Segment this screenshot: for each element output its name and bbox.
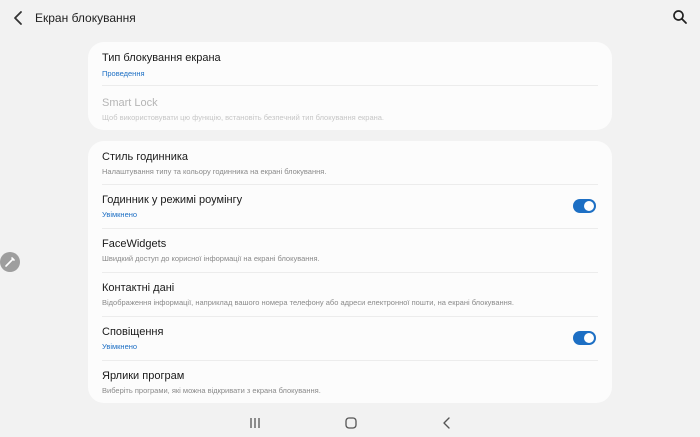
divider xyxy=(102,272,598,273)
notifications-item[interactable]: Сповіщення Увімкнено xyxy=(88,326,612,358)
page-title: Екран блокування xyxy=(35,11,136,25)
item-label: Сповіщення xyxy=(102,326,164,338)
edge-panel-handle[interactable] xyxy=(0,252,20,272)
item-sublabel: Увімкнено xyxy=(102,210,138,219)
divider xyxy=(102,85,598,86)
search-icon[interactable] xyxy=(672,9,688,25)
item-sublabel: Увімкнено xyxy=(102,342,138,351)
item-label: Контактні дані xyxy=(102,282,175,294)
item-label: Smart Lock xyxy=(102,97,158,109)
home-icon[interactable] xyxy=(343,416,359,430)
lock-screen-options-card: Стиль годинника Налаштування типу та кол… xyxy=(88,141,612,403)
item-sublabel: Відображення інформації, наприклад вашог… xyxy=(102,298,514,307)
item-sublabel: Виберіть програми, які можна відкривати … xyxy=(102,386,321,395)
divider xyxy=(102,316,598,317)
clock-style-item[interactable]: Стиль годинника Налаштування типу та кол… xyxy=(88,151,612,183)
item-sublabel: Налаштування типу та кольору годинника н… xyxy=(102,167,327,176)
item-label: Стиль годинника xyxy=(102,151,189,163)
roaming-clock-item[interactable]: Годинник у режимі роумінгу Увімкнено xyxy=(88,194,612,226)
recents-icon[interactable] xyxy=(247,416,263,430)
item-sublabel: Швидкий доступ до корисної інформації на… xyxy=(102,254,320,263)
toggle-knob xyxy=(584,201,594,211)
screen-lock-type-item[interactable]: Тип блокування екрана Проведення xyxy=(88,52,612,84)
facewidgets-item[interactable]: FaceWidgets Швидкий доступ до корисної і… xyxy=(88,238,612,270)
divider xyxy=(102,228,598,229)
contact-info-item[interactable]: Контактні дані Відображення інформації, … xyxy=(88,282,612,314)
item-label: Тип блокування екрана xyxy=(102,52,221,64)
item-sublabel: Щоб використовувати цю функцію, встанові… xyxy=(102,113,385,122)
item-label: FaceWidgets xyxy=(102,238,167,250)
notifications-toggle[interactable] xyxy=(573,331,596,345)
lock-type-card: Тип блокування екрана Проведення Smart L… xyxy=(88,42,612,130)
nav-back-icon[interactable] xyxy=(439,416,455,430)
item-label: Ярлики програм xyxy=(102,370,185,382)
roaming-clock-toggle[interactable] xyxy=(573,199,596,213)
divider xyxy=(102,184,598,185)
item-sublabel: Проведення xyxy=(102,69,145,78)
toggle-knob xyxy=(584,333,594,343)
app-shortcuts-item[interactable]: Ярлики програм Виберіть програми, які мо… xyxy=(88,370,612,400)
chevron-left-icon[interactable] xyxy=(10,9,28,27)
smart-lock-item: Smart Lock Щоб використовувати цю функці… xyxy=(88,97,612,125)
navigation-bar xyxy=(0,410,700,437)
app-header: Екран блокування xyxy=(0,0,700,36)
pencil-icon xyxy=(5,257,15,267)
item-label: Годинник у режимі роумінгу xyxy=(102,194,243,206)
divider xyxy=(102,360,598,361)
